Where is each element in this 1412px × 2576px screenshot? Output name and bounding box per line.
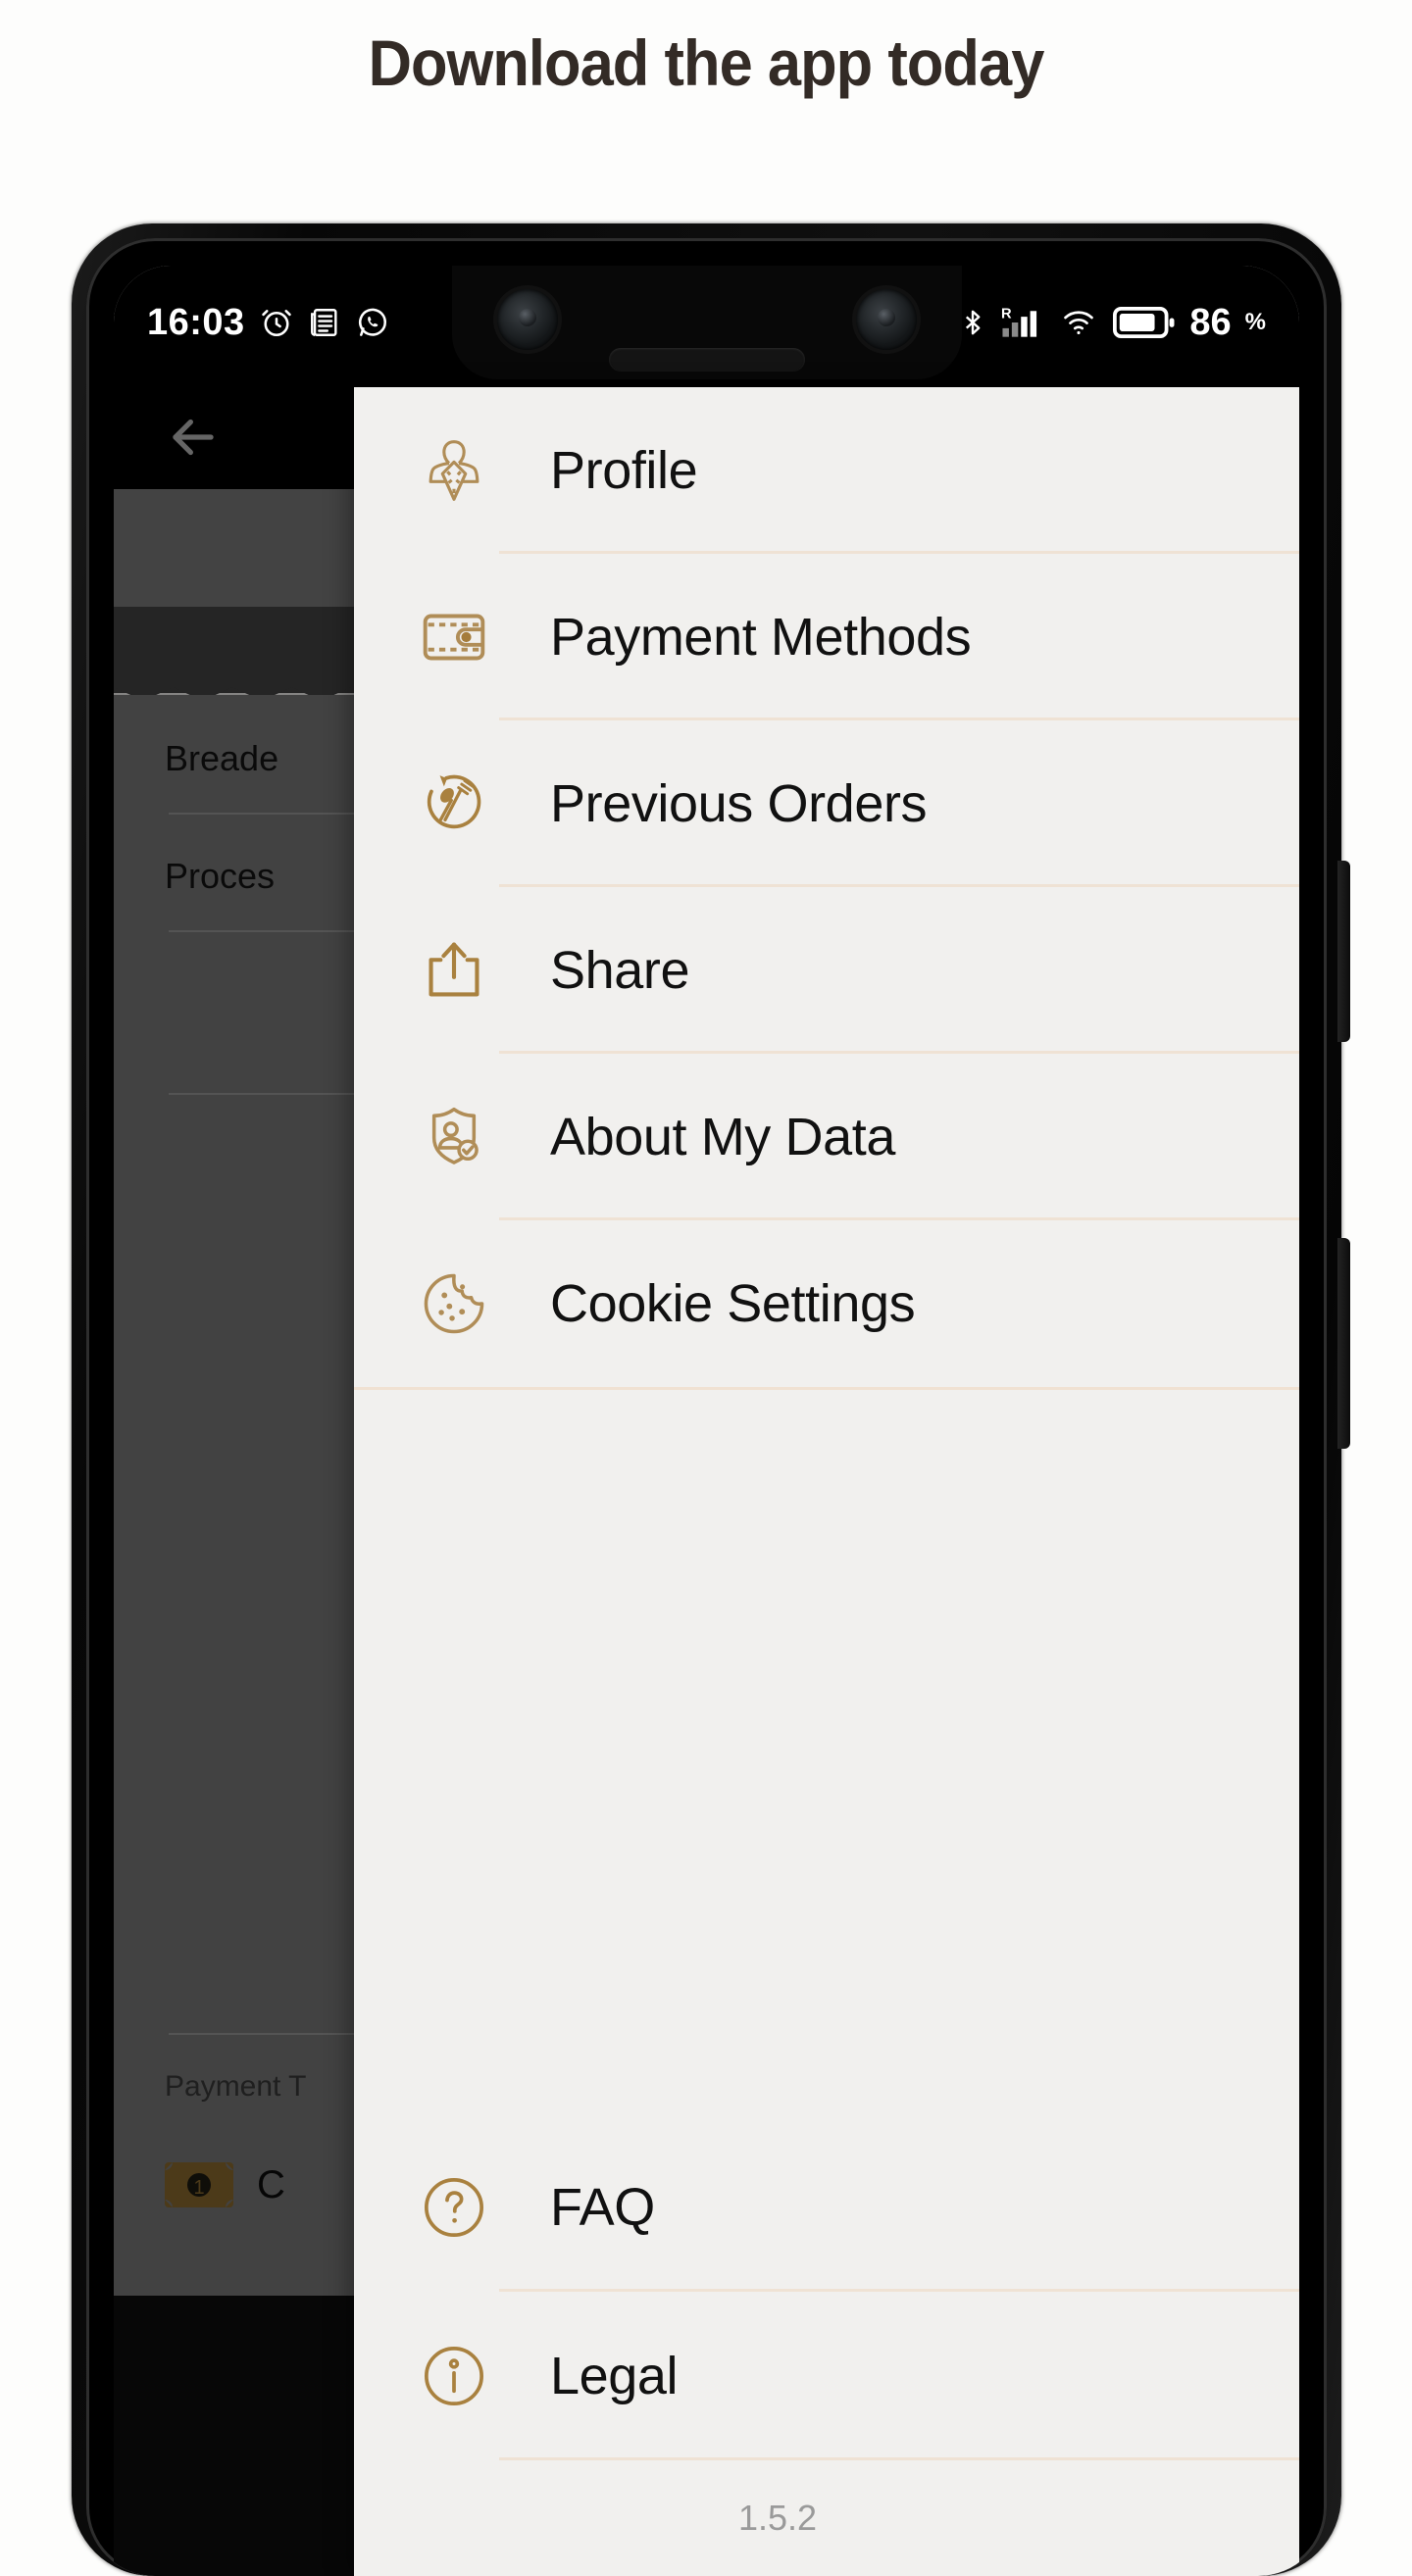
- news-document-icon: [308, 306, 341, 339]
- roaming-signal-icon: R: [1001, 305, 1044, 340]
- drawer-primary-menu: Profile Payment Methods Previous Orders …: [354, 387, 1299, 1390]
- drawer-secondary-menu: FAQ Legal 1.5.2: [354, 2123, 1299, 2576]
- whatsapp-icon: [355, 305, 390, 340]
- wifi-icon: [1058, 306, 1099, 339]
- info-circle-icon: [409, 2334, 499, 2418]
- camera-island: [451, 266, 962, 379]
- app-version: 1.5.2: [737, 2498, 818, 2538]
- page-title: Download the app today: [368, 26, 1045, 99]
- menu-label: Cookie Settings: [550, 1274, 916, 1333]
- battery-icon: [1113, 306, 1176, 339]
- battery-percent: 86: [1189, 301, 1232, 343]
- phone-mockup: Breade Proces Payment T 1 C 16:03 R 86 %…: [72, 223, 1350, 2576]
- drawer-spacer: [354, 1390, 1299, 2123]
- menu-item-faq[interactable]: FAQ: [354, 2123, 1299, 2292]
- question-circle-icon: [409, 2165, 499, 2250]
- navigation-drawer: Profile Payment Methods Previous Orders …: [354, 387, 1299, 2576]
- percent-symbol: %: [1244, 309, 1266, 335]
- share-icon: [409, 928, 499, 1013]
- menu-item-previous-orders[interactable]: Previous Orders: [354, 720, 1299, 887]
- phone-power-button[interactable]: [1337, 861, 1350, 1042]
- phone-bezel: Breade Proces Payment T 1 C 16:03 R 86 %…: [86, 238, 1327, 2576]
- alarm-clock-icon: [259, 305, 294, 340]
- menu-item-about-my-data[interactable]: About My Data: [354, 1054, 1299, 1220]
- menu-item-payment-methods[interactable]: Payment Methods: [354, 554, 1299, 720]
- menu-divider: [499, 2457, 1299, 2460]
- shield-person-icon: [409, 1095, 499, 1179]
- menu-label: Payment Methods: [550, 608, 972, 667]
- menu-item-profile[interactable]: Profile: [354, 387, 1299, 554]
- roaming-label: R: [1001, 307, 1012, 322]
- menu-item-legal[interactable]: Legal: [354, 2292, 1299, 2460]
- order-history-icon: [409, 762, 499, 846]
- phone-screen: Breade Proces Payment T 1 C 16:03 R 86 %…: [114, 266, 1299, 2576]
- menu-label: Previous Orders: [550, 774, 928, 833]
- menu-label: Legal: [550, 2347, 679, 2405]
- front-camera-left-icon: [496, 289, 558, 350]
- menu-item-share[interactable]: Share: [354, 887, 1299, 1054]
- wallet-icon: [409, 595, 499, 679]
- menu-label: Share: [550, 941, 690, 1000]
- menu-item-cookie-settings[interactable]: Cookie Settings: [354, 1220, 1299, 1387]
- menu-label: FAQ: [550, 2178, 655, 2237]
- profile-icon: [409, 428, 499, 513]
- front-camera-right-icon: [855, 289, 917, 350]
- menu-label: Profile: [550, 441, 698, 500]
- earpiece-speaker: [608, 348, 805, 372]
- cookie-icon: [409, 1262, 499, 1346]
- bluetooth-icon: [958, 306, 987, 339]
- status-time: 16:03: [147, 301, 245, 343]
- phone-volume-button[interactable]: [1337, 1238, 1350, 1449]
- menu-label: About My Data: [550, 1108, 895, 1166]
